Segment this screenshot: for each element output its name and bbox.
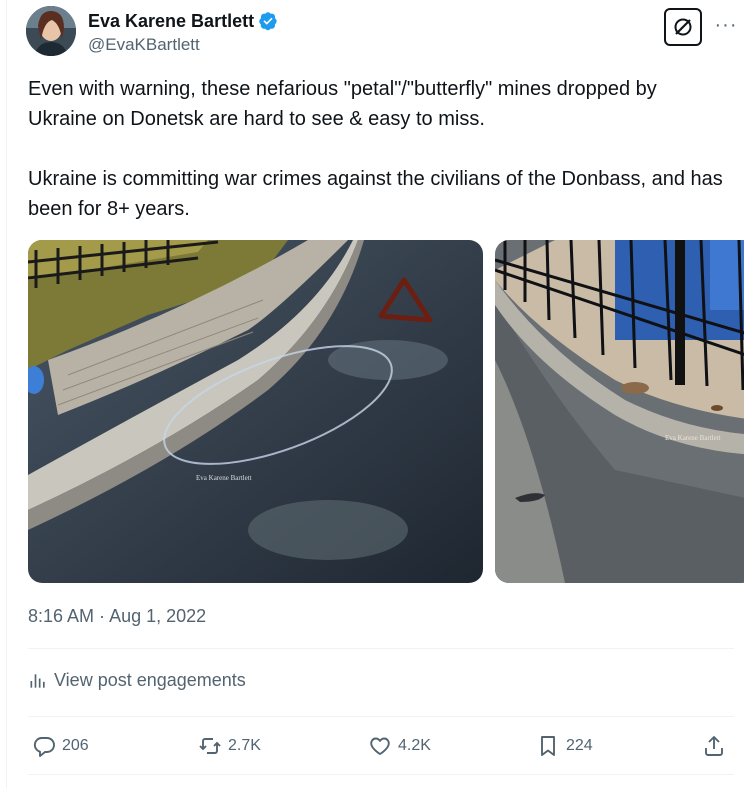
tweet-paragraph-1: Even with warning, these nefarious "peta… <box>28 78 657 130</box>
tweet-date: Aug 1, 2022 <box>109 606 207 626</box>
tweet-timestamp[interactable]: 8:16 AM · Aug 1, 2022 <box>28 604 206 628</box>
tweet-header: Eva Karene Bartlett @EvaKBartlett ··· <box>26 6 738 58</box>
grok-button[interactable] <box>664 8 702 46</box>
left-border <box>6 0 7 788</box>
more-button[interactable]: ··· <box>712 10 740 40</box>
bookmark-button[interactable]: 224 <box>536 730 593 762</box>
verified-badge-icon <box>259 12 277 31</box>
tweet-text: Even with warning, these nefarious "peta… <box>28 74 728 224</box>
heart-icon <box>370 737 390 755</box>
more-icon: ··· <box>714 14 738 36</box>
media-carousel: Eva Karene Bartlett Eva Karene Bartlett <box>28 240 744 584</box>
tweet-time: 8:16 AM <box>28 606 95 626</box>
author-names: Eva Karene Bartlett @EvaKBartlett <box>88 10 278 56</box>
photo-1[interactable]: Eva Karene Bartlett <box>28 240 483 583</box>
view-engagements-label: View post engagements <box>54 670 246 690</box>
avatar[interactable] <box>26 6 76 56</box>
repost-icon <box>199 738 221 754</box>
tweet-actions: 206 2.7K 4.2K 224 <box>28 730 734 762</box>
view-engagements-link[interactable]: View post engagements <box>28 670 246 691</box>
reply-count: 206 <box>62 737 89 754</box>
grok-icon <box>674 18 692 36</box>
display-name-text: Eva Karene Bartlett <box>88 11 255 31</box>
repost-count: 2.7K <box>228 737 261 754</box>
divider <box>28 774 734 775</box>
divider <box>28 716 734 717</box>
author-display-name[interactable]: Eva Karene Bartlett <box>88 10 278 32</box>
bookmark-count: 224 <box>566 737 593 754</box>
divider <box>28 648 734 649</box>
photo-2[interactable]: Eva Karene Bartlett <box>495 240 744 583</box>
share-icon <box>705 736 723 756</box>
reply-button[interactable]: 206 <box>32 730 89 762</box>
share-button[interactable] <box>702 730 732 762</box>
repost-button[interactable]: 2.7K <box>198 730 261 762</box>
like-button[interactable]: 4.2K <box>368 730 431 762</box>
photo-2-watermark: Eva Karene Bartlett <box>665 434 721 442</box>
author-handle[interactable]: @EvaKBartlett <box>88 34 278 56</box>
tweet-paragraph-2: Ukraine is committing war crimes against… <box>28 168 723 220</box>
bookmark-icon <box>541 736 555 756</box>
like-count: 4.2K <box>398 737 431 754</box>
timestamp-separator: · <box>94 606 110 626</box>
reply-icon <box>33 737 55 757</box>
photo-1-watermark: Eva Karene Bartlett <box>196 474 252 482</box>
analytics-icon <box>30 673 45 688</box>
